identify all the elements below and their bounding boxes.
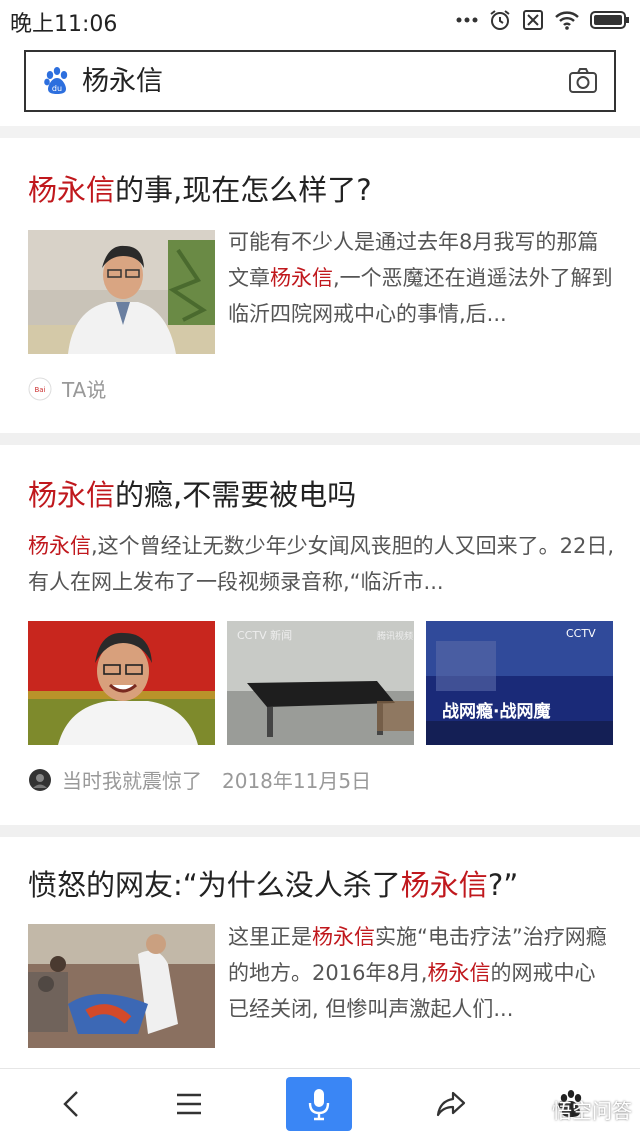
tencent-video-logo: 腾讯视频 bbox=[377, 630, 413, 642]
doctor-photo-image bbox=[28, 230, 215, 354]
camera-icon[interactable] bbox=[568, 67, 598, 95]
status-bar: 晚上11:06 bbox=[0, 0, 640, 40]
result-title[interactable]: 杨永信的瘾,不需要被电吗 bbox=[28, 475, 356, 515]
cctv-program-image: CCTV 战网瘾·战网魔 bbox=[426, 621, 613, 745]
result-title[interactable]: 愤怒的网友:“为什么没人杀了杨永信?” bbox=[28, 865, 518, 905]
card-divider bbox=[0, 433, 640, 445]
cctv-logo: CCTV bbox=[566, 627, 596, 640]
result-source[interactable]: Bai TA说 bbox=[28, 374, 106, 403]
watermark-text: 悟空问答 bbox=[552, 1099, 632, 1123]
bottom-nav: 悟空问答 bbox=[0, 1068, 640, 1138]
result-date: 2018年11月5日 bbox=[222, 769, 372, 793]
svg-text:Bai: Bai bbox=[34, 386, 45, 394]
source-name: 当时我就震惊了 bbox=[62, 769, 202, 793]
microphone-icon bbox=[308, 1089, 330, 1121]
cctv-news-logo: CCTV 新闻 bbox=[237, 628, 292, 642]
title-highlight: 杨永信 bbox=[400, 868, 488, 902]
result-thumbnail[interactable] bbox=[28, 924, 215, 1048]
more-dots-icon bbox=[456, 17, 478, 23]
status-icons bbox=[456, 6, 630, 34]
source-name: TA说 bbox=[62, 378, 107, 402]
title-text: 的事,现在怎么样了? bbox=[115, 173, 372, 207]
menu-button[interactable] bbox=[164, 1079, 214, 1129]
baidu-paw-icon: du bbox=[44, 67, 68, 94]
voice-search-button[interactable] bbox=[286, 1077, 352, 1131]
result-image-1[interactable] bbox=[28, 621, 215, 745]
status-time: 晚上11:06 bbox=[10, 12, 118, 37]
no-sim-icon bbox=[523, 10, 543, 30]
back-button[interactable] bbox=[46, 1079, 96, 1129]
alarm-icon bbox=[490, 10, 510, 30]
avatar-icon bbox=[29, 768, 51, 791]
hamburger-menu-icon bbox=[177, 1093, 201, 1115]
result-image-3[interactable]: CCTV 战网瘾·战网魔 bbox=[426, 621, 613, 745]
result-source[interactable]: 当时我就震惊了 2018年11月5日 bbox=[28, 765, 371, 794]
search-bar[interactable]: du 杨永信 bbox=[24, 50, 616, 112]
wifi-icon bbox=[555, 11, 579, 30]
share-button[interactable] bbox=[426, 1079, 476, 1129]
result-card-2[interactable]: 杨永信的瘾,不需要被电吗 杨永信,这个曾经让无数少年少女闻风丧胆的人又回来了。2… bbox=[0, 445, 640, 825]
title-highlight: 杨永信 bbox=[28, 478, 116, 512]
program-caption: 战网瘾·战网魔 bbox=[442, 701, 550, 722]
crowd-scene-image bbox=[28, 924, 215, 1048]
result-thumbnail[interactable] bbox=[28, 230, 215, 354]
search-separator bbox=[0, 126, 640, 138]
battery-icon bbox=[590, 11, 629, 29]
result-image-2[interactable]: CCTV 新闻 腾讯视频 bbox=[227, 621, 414, 745]
result-snippet: 可能有不少人是通过去年8月我写的那篇文章杨永信,一个恶魔还在逍遥法外了解到临沂四… bbox=[228, 230, 613, 326]
title-highlight: 杨永信 bbox=[28, 173, 116, 207]
treatment-bed-image: CCTV 新闻 腾讯视频 bbox=[227, 621, 414, 745]
smiling-doctor-image bbox=[28, 621, 215, 745]
title-text: 的瘾,不需要被电吗 bbox=[115, 478, 357, 512]
card-divider bbox=[0, 825, 640, 837]
share-arrow-icon bbox=[436, 1091, 466, 1117]
svg-text:du: du bbox=[52, 84, 62, 93]
result-snippet: 这里正是杨永信实施“电击疗法”治疗网瘾的地方。2016年8月,杨永信的网戒中心已… bbox=[228, 925, 607, 1021]
result-title[interactable]: 杨永信的事,现在怎么样了? bbox=[28, 170, 372, 210]
result-card-1[interactable]: 杨永信的事,现在怎么样了? 可能有不少人是通过去年8月我写的那篇文章杨永信,一个… bbox=[0, 138, 640, 433]
search-input[interactable]: 杨永信 bbox=[82, 64, 163, 100]
ta-shuo-icon: Bai bbox=[28, 377, 52, 400]
result-card-3[interactable]: 愤怒的网友:“为什么没人杀了杨永信?” 这里正是杨永信实施“电击疗法”治疗网瘾的… bbox=[0, 837, 640, 1068]
result-snippet: 杨永信,这个曾经让无数少年少女闻风丧胆的人又回来了。22日,有人在网上发布了一段… bbox=[28, 534, 615, 594]
chevron-left-icon bbox=[63, 1091, 78, 1117]
